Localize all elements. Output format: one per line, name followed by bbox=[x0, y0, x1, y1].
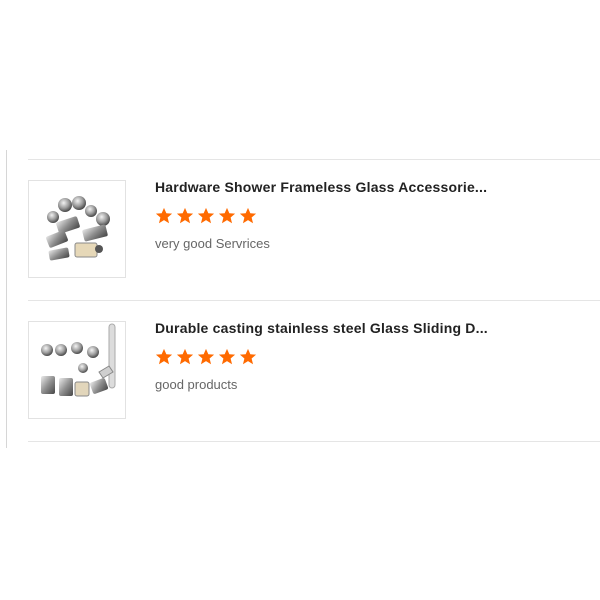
star-icon bbox=[239, 348, 257, 365]
star-icon bbox=[218, 207, 236, 224]
review-comment: good products bbox=[155, 377, 238, 392]
star-icon bbox=[176, 207, 194, 224]
product-title[interactable]: Hardware Shower Frameless Glass Accessor… bbox=[155, 179, 487, 195]
product-thumbnail-shower-hardware[interactable] bbox=[28, 180, 126, 278]
reviews-page: Hardware Shower Frameless Glass Accessor… bbox=[0, 0, 600, 600]
product-thumbnail-sliding-hardware[interactable] bbox=[28, 321, 126, 419]
review-comment: very good Servrices bbox=[155, 236, 270, 251]
star-icon bbox=[155, 348, 173, 365]
star-icon bbox=[197, 348, 215, 365]
star-icon bbox=[218, 348, 236, 365]
star-icon bbox=[197, 207, 215, 224]
star-icon bbox=[176, 348, 194, 365]
star-icon bbox=[155, 207, 173, 224]
sliding-door-hardware-kit-image bbox=[41, 323, 116, 397]
review-item: Hardware Shower Frameless Glass Accessor… bbox=[28, 159, 600, 301]
star-rating bbox=[155, 348, 257, 366]
review-item: Durable casting stainless steel Glass Sl… bbox=[28, 301, 600, 442]
shower-glass-hardware-set-image bbox=[46, 196, 110, 261]
left-divider bbox=[6, 150, 7, 448]
review-list: Hardware Shower Frameless Glass Accessor… bbox=[28, 159, 600, 442]
star-rating bbox=[155, 207, 257, 225]
product-title[interactable]: Durable casting stainless steel Glass Sl… bbox=[155, 320, 488, 336]
star-icon bbox=[239, 207, 257, 224]
